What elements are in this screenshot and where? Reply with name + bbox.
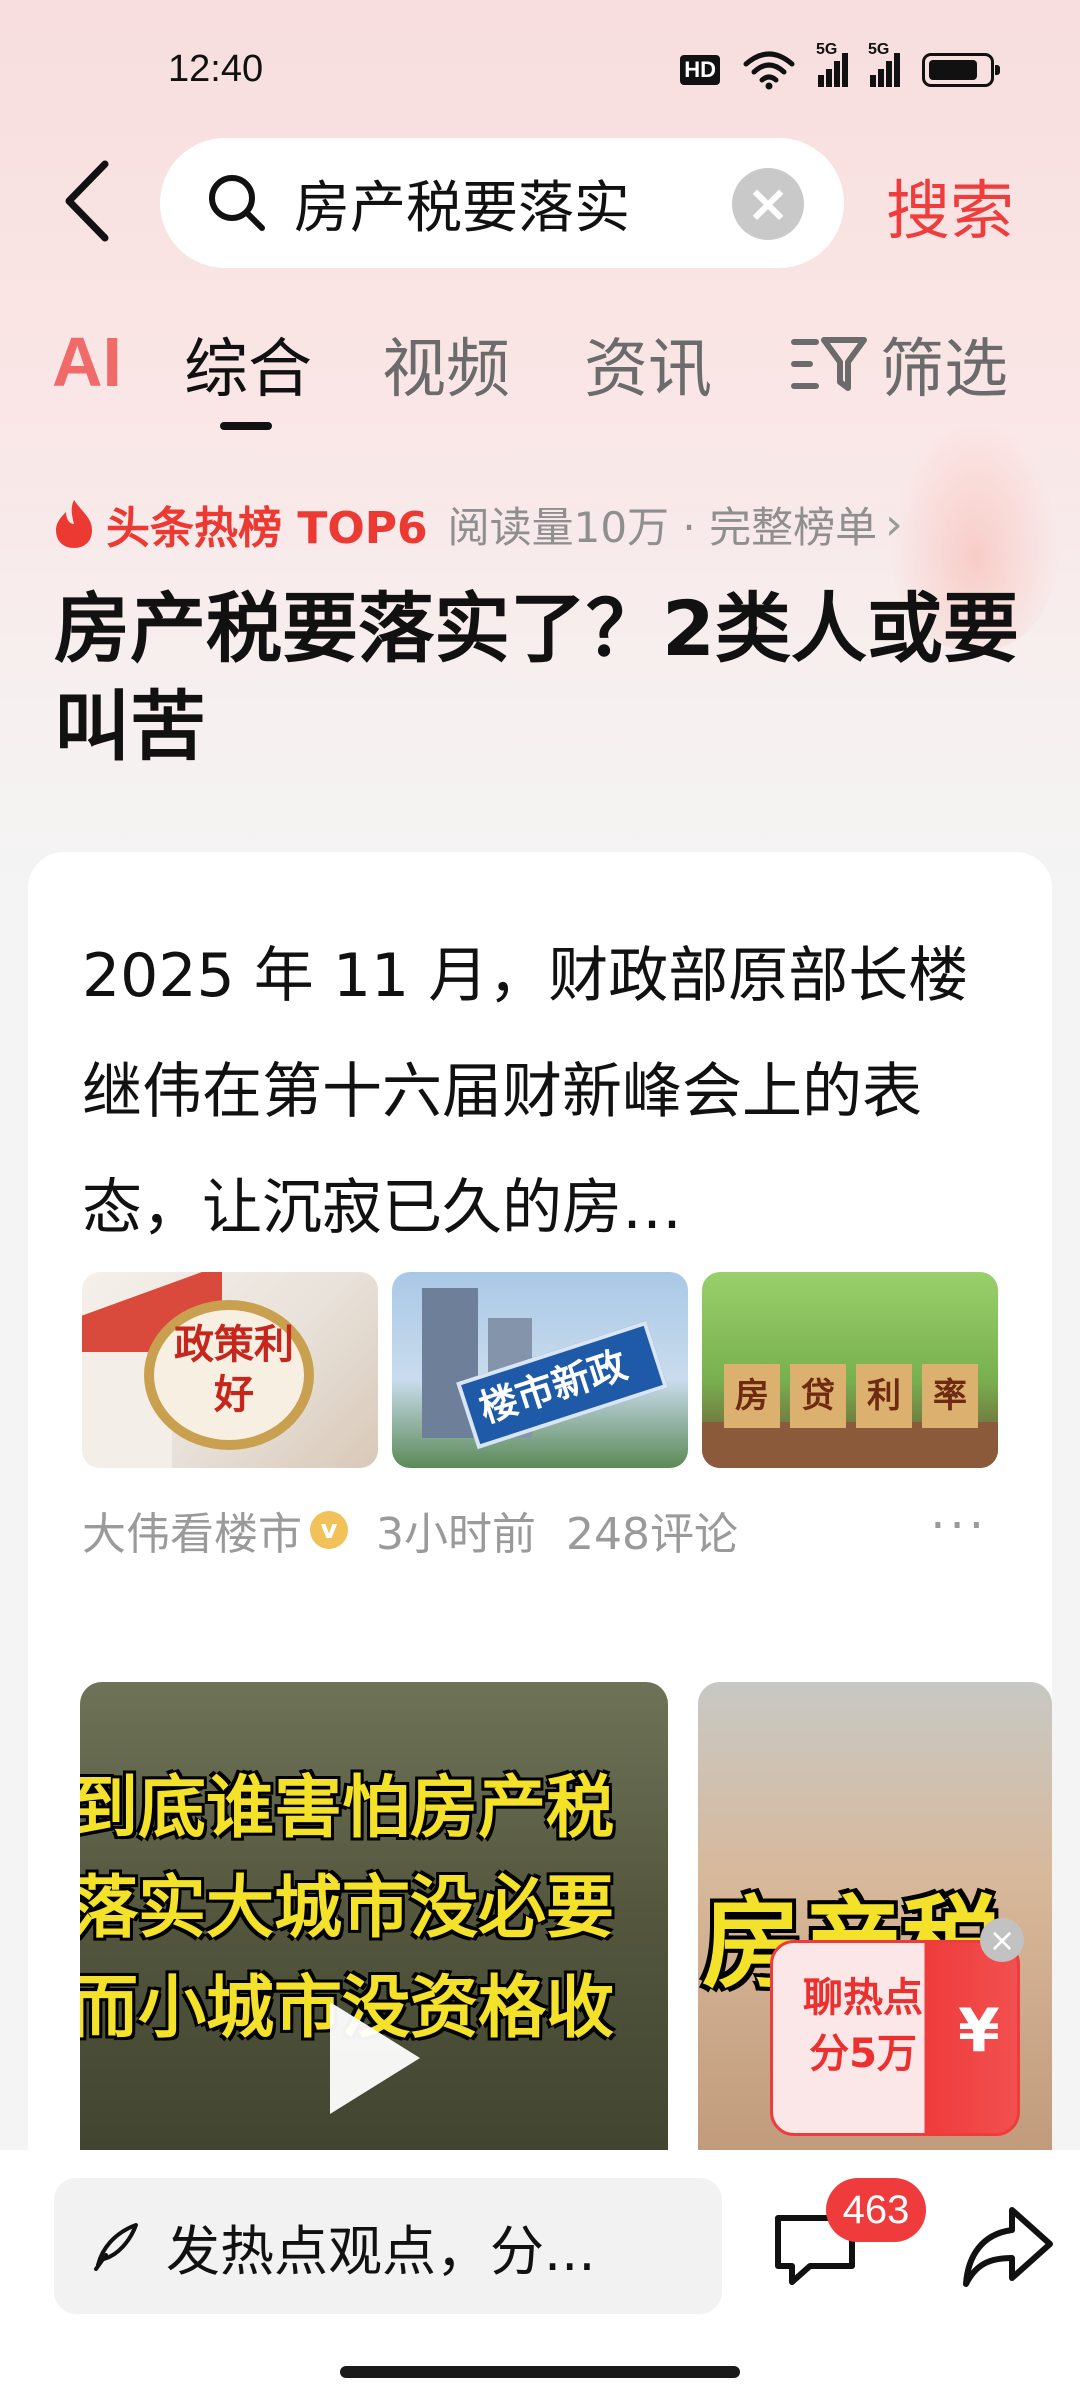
article-meta: 大伟看楼市 v 3小时前 248评论: [82, 1498, 738, 1562]
active-tab-indicator: [220, 422, 272, 430]
status-time: 12:40: [168, 48, 264, 90]
hd-icon: HD: [680, 55, 720, 85]
tab-bar: AI 综合 视频 资讯 筛选: [0, 318, 1080, 430]
image-caption-char: 房: [724, 1364, 780, 1428]
share-icon[interactable]: [960, 2202, 1056, 2292]
video-caption-line: 落实大城市没必要: [80, 1869, 615, 1948]
tab-filter-label: 筛选: [880, 333, 1008, 407]
status-icons: HD 5G 5G: [680, 41, 1000, 90]
article-snippet[interactable]: 2025 年 11 月，财政部原部长楼继伟在第十六届财新峰会上的表态，让沉寂已久…: [82, 918, 1022, 1266]
video-caption-line: 到底谁害怕房产税: [80, 1769, 615, 1848]
article-images: 政策利好 楼市新政 房 贷 利 率: [82, 1272, 998, 1468]
close-icon[interactable]: ×: [980, 1918, 1024, 1962]
search-input[interactable]: 房产税要落实 ×: [160, 138, 844, 268]
pen-icon: [94, 2223, 138, 2271]
search-query: 房产税要落实: [294, 175, 630, 241]
hot-list-meta: 阅读量10万 · 完整榜单: [447, 502, 878, 552]
play-icon: [330, 2002, 420, 2114]
hot-topic-reward-badge[interactable]: 聊热点分5万 ¥ ×: [770, 1918, 1024, 2136]
filter-icon: [791, 337, 867, 391]
verified-icon: v: [310, 1511, 348, 1549]
publish-time: 3小时前: [376, 1509, 536, 1560]
home-indicator: [340, 2366, 740, 2378]
image-caption-char: 利: [856, 1364, 912, 1428]
wifi-icon: [743, 51, 795, 90]
ai-tab[interactable]: AI: [52, 322, 122, 402]
article-image-policy[interactable]: 政策利好: [82, 1272, 378, 1468]
image-caption-char: 率: [922, 1364, 978, 1428]
comment-placeholder: 发热点观点，分...: [166, 2219, 596, 2283]
comment-count: 248评论: [566, 1509, 738, 1560]
hot-list-row[interactable]: 头条热榜 TOP6 阅读量10万 · 完整榜单 ›: [52, 492, 903, 556]
more-options-button[interactable]: ···: [930, 1498, 988, 1554]
article-image-rates[interactable]: 房 贷 利 率: [702, 1272, 998, 1468]
tab-comprehensive[interactable]: 综合: [184, 318, 312, 410]
cellular-signal-icon-2: 5G: [868, 41, 900, 87]
image-caption-char: 贷: [790, 1364, 846, 1428]
flame-icon: [56, 500, 92, 548]
clear-search-button[interactable]: ×: [732, 168, 804, 240]
image-caption: 政策利好: [174, 1322, 294, 1418]
chevron-left-icon: [65, 160, 109, 242]
yen-icon: ¥: [958, 1996, 1000, 2066]
comment-input[interactable]: 发热点观点，分...: [54, 2178, 722, 2314]
search-button[interactable]: 搜索: [886, 160, 1014, 252]
back-button[interactable]: [56, 156, 116, 246]
hot-list-label: 头条热榜 TOP6: [106, 503, 428, 554]
author-name[interactable]: 大伟看楼市: [82, 1498, 302, 1562]
tab-video[interactable]: 视频: [382, 318, 510, 410]
article-image-market[interactable]: 楼市新政: [392, 1272, 688, 1468]
battery-icon: [922, 53, 1000, 87]
tab-filter[interactable]: 筛选: [790, 318, 1008, 410]
chevron-right-icon: ›: [885, 498, 903, 550]
status-bar: 12:40 HD 5G 5G: [0, 0, 1080, 140]
promo-text: 聊热点分5万: [803, 1975, 923, 2077]
topic-title[interactable]: 房产税要落实了？2类人或要叫苦: [54, 580, 1034, 776]
search-icon: [209, 175, 265, 231]
cellular-signal-icon: 5G: [816, 41, 848, 87]
tab-news[interactable]: 资讯: [584, 318, 712, 410]
comment-count-badge: 463: [826, 2178, 926, 2242]
bottom-bar: 发热点观点，分... 463: [0, 2150, 1080, 2400]
